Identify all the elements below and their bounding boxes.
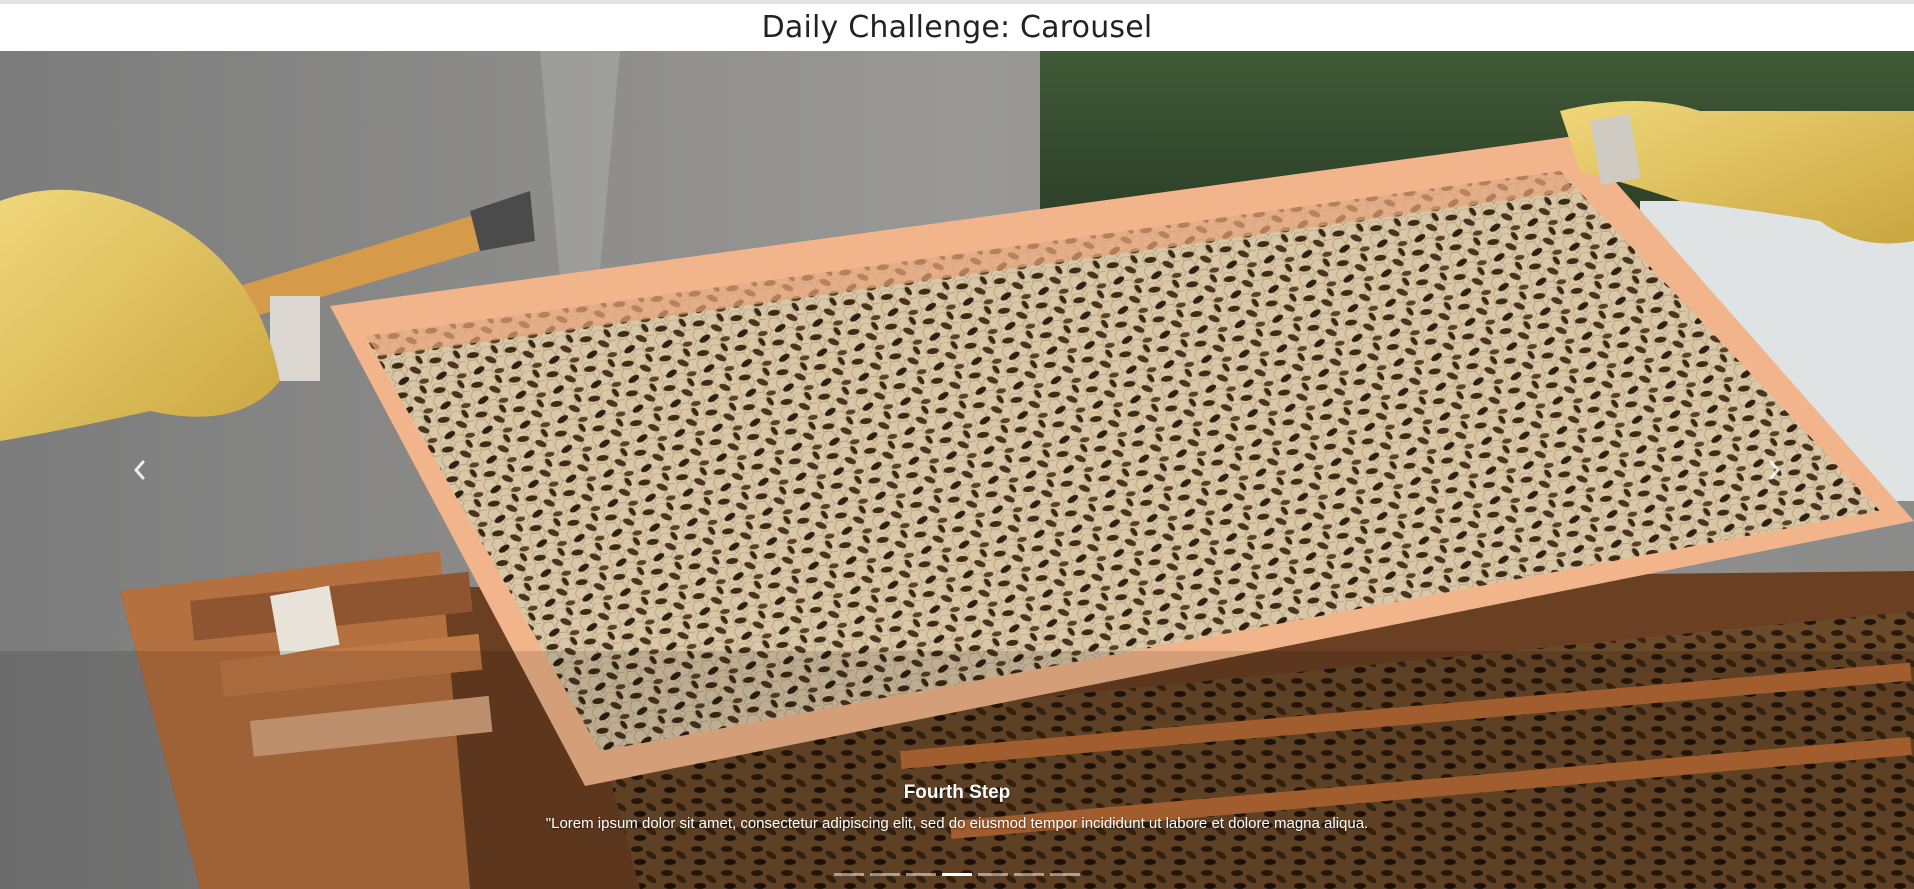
page-title: Daily Challenge: Carousel bbox=[761, 10, 1153, 45]
carousel-prev-button[interactable] bbox=[0, 51, 280, 889]
slide-caption: Fourth Step "Lorem ipsum dolor sit amet,… bbox=[0, 782, 1914, 832]
carousel-indicator-6[interactable] bbox=[1014, 864, 1044, 885]
carousel-indicator-2[interactable] bbox=[870, 864, 900, 885]
carousel-indicator-5[interactable] bbox=[978, 864, 1008, 885]
slide-image bbox=[0, 51, 1914, 889]
carousel-indicator-1[interactable] bbox=[834, 864, 864, 885]
slide-text: "Lorem ipsum dolor sit amet, consectetur… bbox=[545, 815, 1369, 832]
carousel-next-button[interactable] bbox=[1634, 51, 1914, 889]
chevron-right-icon bbox=[1769, 460, 1780, 480]
carousel-indicator-4[interactable] bbox=[942, 864, 972, 885]
page-header: Daily Challenge: Carousel bbox=[0, 4, 1914, 51]
carousel-indicator-3[interactable] bbox=[906, 864, 936, 885]
slide-title: Fourth Step bbox=[903, 782, 1011, 803]
chevron-left-icon bbox=[134, 460, 145, 480]
carousel-indicator-7[interactable] bbox=[1050, 864, 1080, 885]
carousel-indicators bbox=[0, 864, 1914, 885]
carousel: Fourth Step "Lorem ipsum dolor sit amet,… bbox=[0, 51, 1914, 889]
